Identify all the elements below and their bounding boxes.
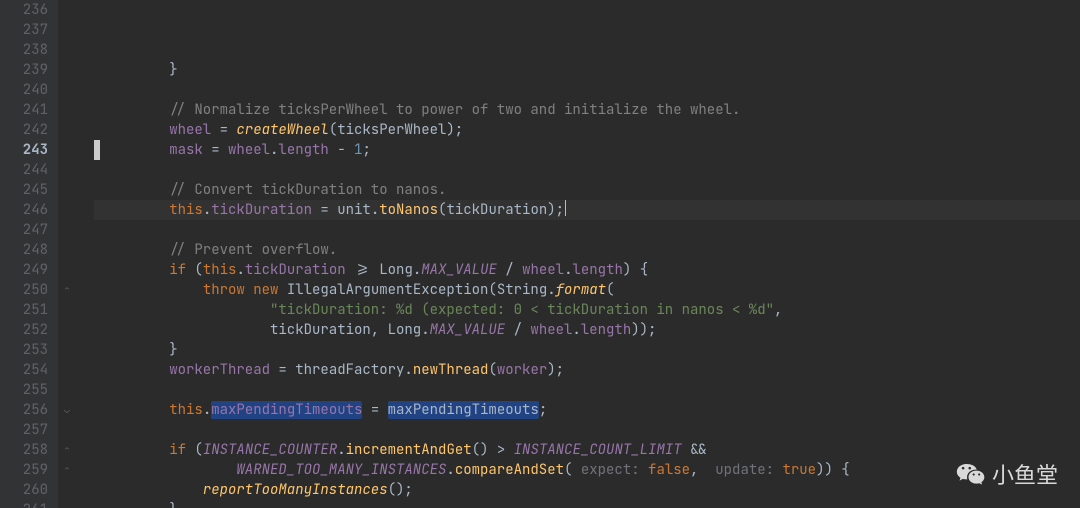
line-number: 255 — [0, 380, 48, 400]
line-number: 249 — [0, 260, 48, 280]
code-line[interactable]: // Convert tickDuration to nanos. — [94, 180, 1080, 200]
line-number: 240 — [0, 80, 48, 100]
line-number: 254 — [0, 360, 48, 380]
line-number: 244 — [0, 160, 48, 180]
code-line[interactable] — [94, 80, 1080, 100]
line-number: 257 — [0, 420, 48, 440]
code-line[interactable] — [94, 160, 1080, 180]
line-number-gutter: 2362372382392402412422432442452462472482… — [0, 0, 58, 508]
line-number: 236 — [0, 0, 48, 20]
line-number: 256 — [0, 400, 48, 420]
line-number: 261 — [0, 500, 48, 508]
code-line[interactable]: // Normalize ticksPerWheel to power of t… — [94, 100, 1080, 120]
code-line[interactable]: // Prevent overflow. — [94, 240, 1080, 260]
fold-toggle-icon[interactable]: ⌃ — [64, 280, 70, 300]
line-number: 251 — [0, 300, 48, 320]
line-number: 241 — [0, 100, 48, 120]
code-line[interactable]: WARNED_TOO_MANY_INSTANCES.compareAndSet(… — [94, 460, 1080, 480]
code-line[interactable] — [94, 420, 1080, 440]
code-line[interactable] — [94, 220, 1080, 240]
line-number: 259 — [0, 460, 48, 480]
current-line-marker — [94, 140, 100, 160]
line-number: 245 — [0, 180, 48, 200]
line-number: 246 — [0, 200, 48, 220]
line-number: 248 — [0, 240, 48, 260]
code-line[interactable]: this.maxPendingTimeouts = maxPendingTime… — [94, 400, 1080, 420]
code-line[interactable] — [94, 380, 1080, 400]
code-line[interactable]: reportTooManyInstances(); — [94, 480, 1080, 500]
line-number: 238 — [0, 40, 48, 60]
watermark: 小鱼堂 — [956, 461, 1058, 490]
code-line[interactable]: } — [94, 60, 1080, 80]
code-line[interactable]: throw new IllegalArgumentException(Strin… — [94, 280, 1080, 300]
line-number: 260 — [0, 480, 48, 500]
fold-toggle-icon[interactable]: ⌃ — [64, 440, 70, 460]
line-number: 243 — [0, 140, 48, 160]
line-number: 242 — [0, 120, 48, 140]
code-line[interactable]: if (INSTANCE_COUNTER.incrementAndGet() >… — [94, 440, 1080, 460]
fold-toggle-icon[interactable]: ⌃ — [64, 460, 70, 480]
line-number: 250 — [0, 280, 48, 300]
wechat-icon — [956, 461, 992, 490]
code-area[interactable]: } // Normalize ticksPerWheel to power of… — [94, 0, 1080, 508]
watermark-text: 小鱼堂 — [992, 466, 1058, 486]
code-line[interactable]: "tickDuration: %d (expected: 0 < tickDur… — [94, 300, 1080, 320]
line-number: 239 — [0, 60, 48, 80]
code-line[interactable]: workerThread = threadFactory.newThread(w… — [94, 360, 1080, 380]
code-line[interactable]: } — [94, 340, 1080, 360]
line-number: 258 — [0, 440, 48, 460]
code-line[interactable]: } — [94, 500, 1080, 508]
line-number: 237 — [0, 20, 48, 40]
fold-column[interactable]: ⌃⌄⌃⌃ — [58, 0, 94, 508]
code-line[interactable]: if (this.tickDuration >= Long.MAX_VALUE … — [94, 260, 1080, 280]
code-line[interactable]: this.tickDuration = unit.toNanos(tickDur… — [94, 200, 1080, 220]
code-line[interactable]: tickDuration, Long.MAX_VALUE / wheel.len… — [94, 320, 1080, 340]
code-line[interactable]: mask = wheel.length - 1; — [94, 140, 1080, 160]
code-line[interactable]: wheel = createWheel(ticksPerWheel); — [94, 120, 1080, 140]
code-editor[interactable]: 2362372382392402412422432442452462472482… — [0, 0, 1080, 508]
line-number: 253 — [0, 340, 48, 360]
line-number: 247 — [0, 220, 48, 240]
line-number: 252 — [0, 320, 48, 340]
fold-toggle-icon[interactable]: ⌄ — [64, 400, 70, 420]
